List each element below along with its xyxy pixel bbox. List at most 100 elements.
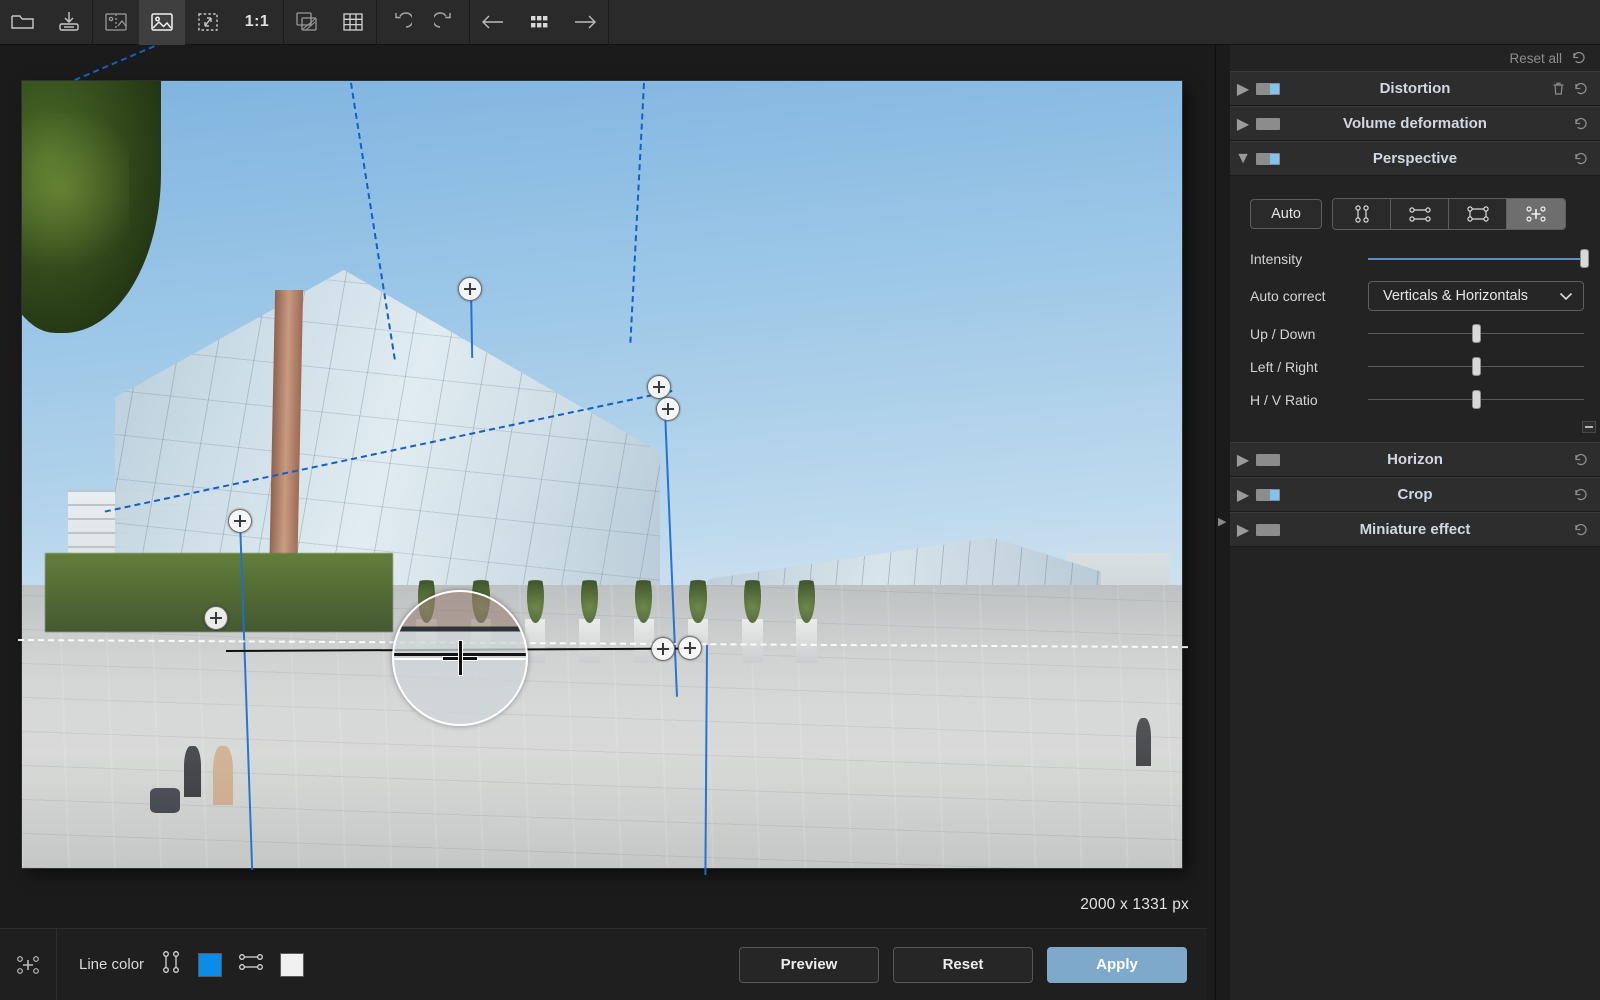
toolbar-group-history bbox=[377, 0, 469, 45]
intensity-row: Intensity bbox=[1230, 242, 1600, 275]
eight-points-mode-button[interactable] bbox=[1507, 199, 1565, 229]
chevron-down-icon[interactable]: ▼ bbox=[1230, 150, 1256, 168]
collapse-section-button[interactable] bbox=[1582, 421, 1596, 433]
section-title-perspective: Perspective bbox=[1230, 150, 1600, 167]
reset-icon[interactable] bbox=[1574, 152, 1590, 166]
chevron-right-icon[interactable]: ▶ bbox=[1230, 520, 1256, 540]
single-image-icon[interactable] bbox=[139, 0, 185, 45]
panel-content: Reset all ▶ Distortion bbox=[1230, 45, 1600, 1000]
chevron-right-icon[interactable]: ▶ bbox=[1230, 79, 1256, 99]
rectangle-mode-button[interactable] bbox=[1449, 199, 1507, 229]
chevron-right-icon[interactable]: ▶ bbox=[1230, 114, 1256, 134]
undo-icon[interactable] bbox=[377, 0, 423, 45]
section-toggle-distortion[interactable] bbox=[1256, 83, 1280, 95]
toolbar-group-file bbox=[0, 0, 92, 45]
guide-dashed-vertical bbox=[629, 83, 645, 343]
reset-icon[interactable] bbox=[1574, 523, 1590, 537]
perspective-handle bbox=[647, 375, 671, 399]
intensity-label: Intensity bbox=[1250, 251, 1368, 267]
guide-dashed-vertical bbox=[105, 390, 673, 513]
perspective-handle bbox=[458, 277, 482, 301]
chevron-down-icon bbox=[1559, 292, 1573, 301]
vertical-lines-mode-button[interactable] bbox=[1333, 199, 1391, 229]
preview-button[interactable]: Preview bbox=[739, 947, 879, 983]
open-folder-icon[interactable] bbox=[0, 0, 46, 45]
section-toggle-volume-deformation[interactable] bbox=[1256, 118, 1280, 130]
perspective-guides-overlay[interactable] bbox=[0, 45, 1207, 928]
guide-vertical-edge bbox=[239, 520, 253, 870]
section-header-volume-deformation[interactable]: ▶ Volume deformation bbox=[1230, 106, 1600, 141]
toolbar-separator bbox=[608, 0, 609, 45]
save-icon[interactable] bbox=[46, 0, 92, 45]
magnifier-loupe bbox=[392, 590, 528, 726]
auto-button[interactable]: Auto bbox=[1250, 199, 1322, 229]
browser-thumbnails-icon[interactable] bbox=[516, 0, 562, 45]
section-actions-crop bbox=[1574, 488, 1600, 502]
fit-to-screen-icon[interactable] bbox=[185, 0, 231, 45]
perspective-handle bbox=[204, 606, 228, 630]
top-toolbar: 1:1 bbox=[0, 0, 1600, 45]
redo-icon[interactable] bbox=[423, 0, 469, 45]
image-canvas[interactable]: 2000 x 1331 px bbox=[0, 45, 1207, 928]
perspective-points-icon[interactable] bbox=[0, 929, 56, 1000]
section-body-perspective: Auto bbox=[1230, 176, 1600, 442]
hv-ratio-row: H / V Ratio bbox=[1230, 383, 1600, 416]
panel-collapse-arrow[interactable]: ▶ bbox=[1218, 515, 1226, 528]
auto-correct-row: Auto correct Verticals & Horizontals bbox=[1230, 275, 1600, 317]
section-header-perspective[interactable]: ▼ Perspective bbox=[1230, 141, 1600, 176]
section-toggle-crop[interactable] bbox=[1256, 489, 1280, 501]
section-toggle-perspective[interactable] bbox=[1256, 153, 1280, 165]
prev-image-icon[interactable] bbox=[470, 0, 516, 45]
reset-button[interactable]: Reset bbox=[893, 947, 1033, 983]
hv-ratio-slider[interactable] bbox=[1368, 390, 1584, 410]
section-actions-miniature-effect bbox=[1574, 523, 1600, 537]
apply-button[interactable]: Apply bbox=[1047, 947, 1187, 983]
horizontal-lines-mode-button[interactable] bbox=[1391, 199, 1449, 229]
up-down-label: Up / Down bbox=[1250, 326, 1368, 342]
bottom-toolbar: Line color Preview Reset Apply bbox=[0, 928, 1207, 1000]
auto-correct-select[interactable]: Verticals & Horizontals bbox=[1368, 281, 1584, 311]
reset-icon[interactable] bbox=[1574, 453, 1590, 467]
reset-icon[interactable] bbox=[1574, 82, 1590, 96]
section-title-distortion: Distortion bbox=[1230, 80, 1600, 97]
left-right-slider[interactable] bbox=[1368, 357, 1584, 377]
intensity-slider[interactable] bbox=[1368, 249, 1584, 269]
grid-icon[interactable] bbox=[330, 0, 376, 45]
compare-split-icon[interactable] bbox=[93, 0, 139, 45]
reset-all-icon[interactable] bbox=[1572, 51, 1588, 65]
zoom-ratio-label[interactable]: 1:1 bbox=[231, 0, 283, 45]
section-header-miniature-effect[interactable]: ▶ Miniature effect bbox=[1230, 512, 1600, 547]
perspective-mode-bar: Auto bbox=[1230, 190, 1600, 242]
guide-horizontal-white bbox=[18, 639, 1188, 648]
layers-icon[interactable] bbox=[284, 0, 330, 45]
reset-all-row[interactable]: Reset all bbox=[1230, 45, 1600, 71]
section-header-crop[interactable]: ▶ Crop bbox=[1230, 477, 1600, 512]
up-down-row: Up / Down bbox=[1230, 317, 1600, 350]
adjustments-panel: ▶ Reset all ▶ Distortion bbox=[1215, 45, 1600, 1000]
perspective-handle bbox=[656, 397, 680, 421]
left-right-label: Left / Right bbox=[1250, 359, 1368, 375]
section-header-distortion[interactable]: ▶ Distortion bbox=[1230, 71, 1600, 106]
auto-correct-label: Auto correct bbox=[1250, 288, 1368, 304]
auto-correct-value: Verticals & Horizontals bbox=[1383, 288, 1528, 304]
horizontal-line-color-swatch[interactable] bbox=[280, 953, 304, 977]
up-down-slider[interactable] bbox=[1368, 324, 1584, 344]
section-toggle-miniature-effect[interactable] bbox=[1256, 524, 1280, 536]
next-image-icon[interactable] bbox=[562, 0, 608, 45]
reset-icon[interactable] bbox=[1574, 488, 1590, 502]
vertical-lines-icon[interactable] bbox=[158, 949, 184, 980]
perspective-handle bbox=[678, 636, 702, 660]
section-title-miniature-effect: Miniature effect bbox=[1230, 521, 1600, 538]
section-header-horizon[interactable]: ▶ Horizon bbox=[1230, 442, 1600, 477]
section-toggle-horizon[interactable] bbox=[1256, 454, 1280, 466]
reset-icon[interactable] bbox=[1574, 117, 1590, 131]
trash-icon[interactable] bbox=[1551, 81, 1566, 97]
guide-dashed-vertical bbox=[74, 45, 517, 81]
horizontal-lines-icon[interactable] bbox=[236, 951, 266, 978]
chevron-right-icon[interactable]: ▶ bbox=[1230, 485, 1256, 505]
perspective-handle bbox=[228, 509, 252, 533]
chevron-right-icon[interactable]: ▶ bbox=[1230, 450, 1256, 470]
guide-dashed-vertical bbox=[350, 83, 396, 360]
toolbar-group-navigation bbox=[470, 0, 608, 45]
vertical-line-color-swatch[interactable] bbox=[198, 953, 222, 977]
